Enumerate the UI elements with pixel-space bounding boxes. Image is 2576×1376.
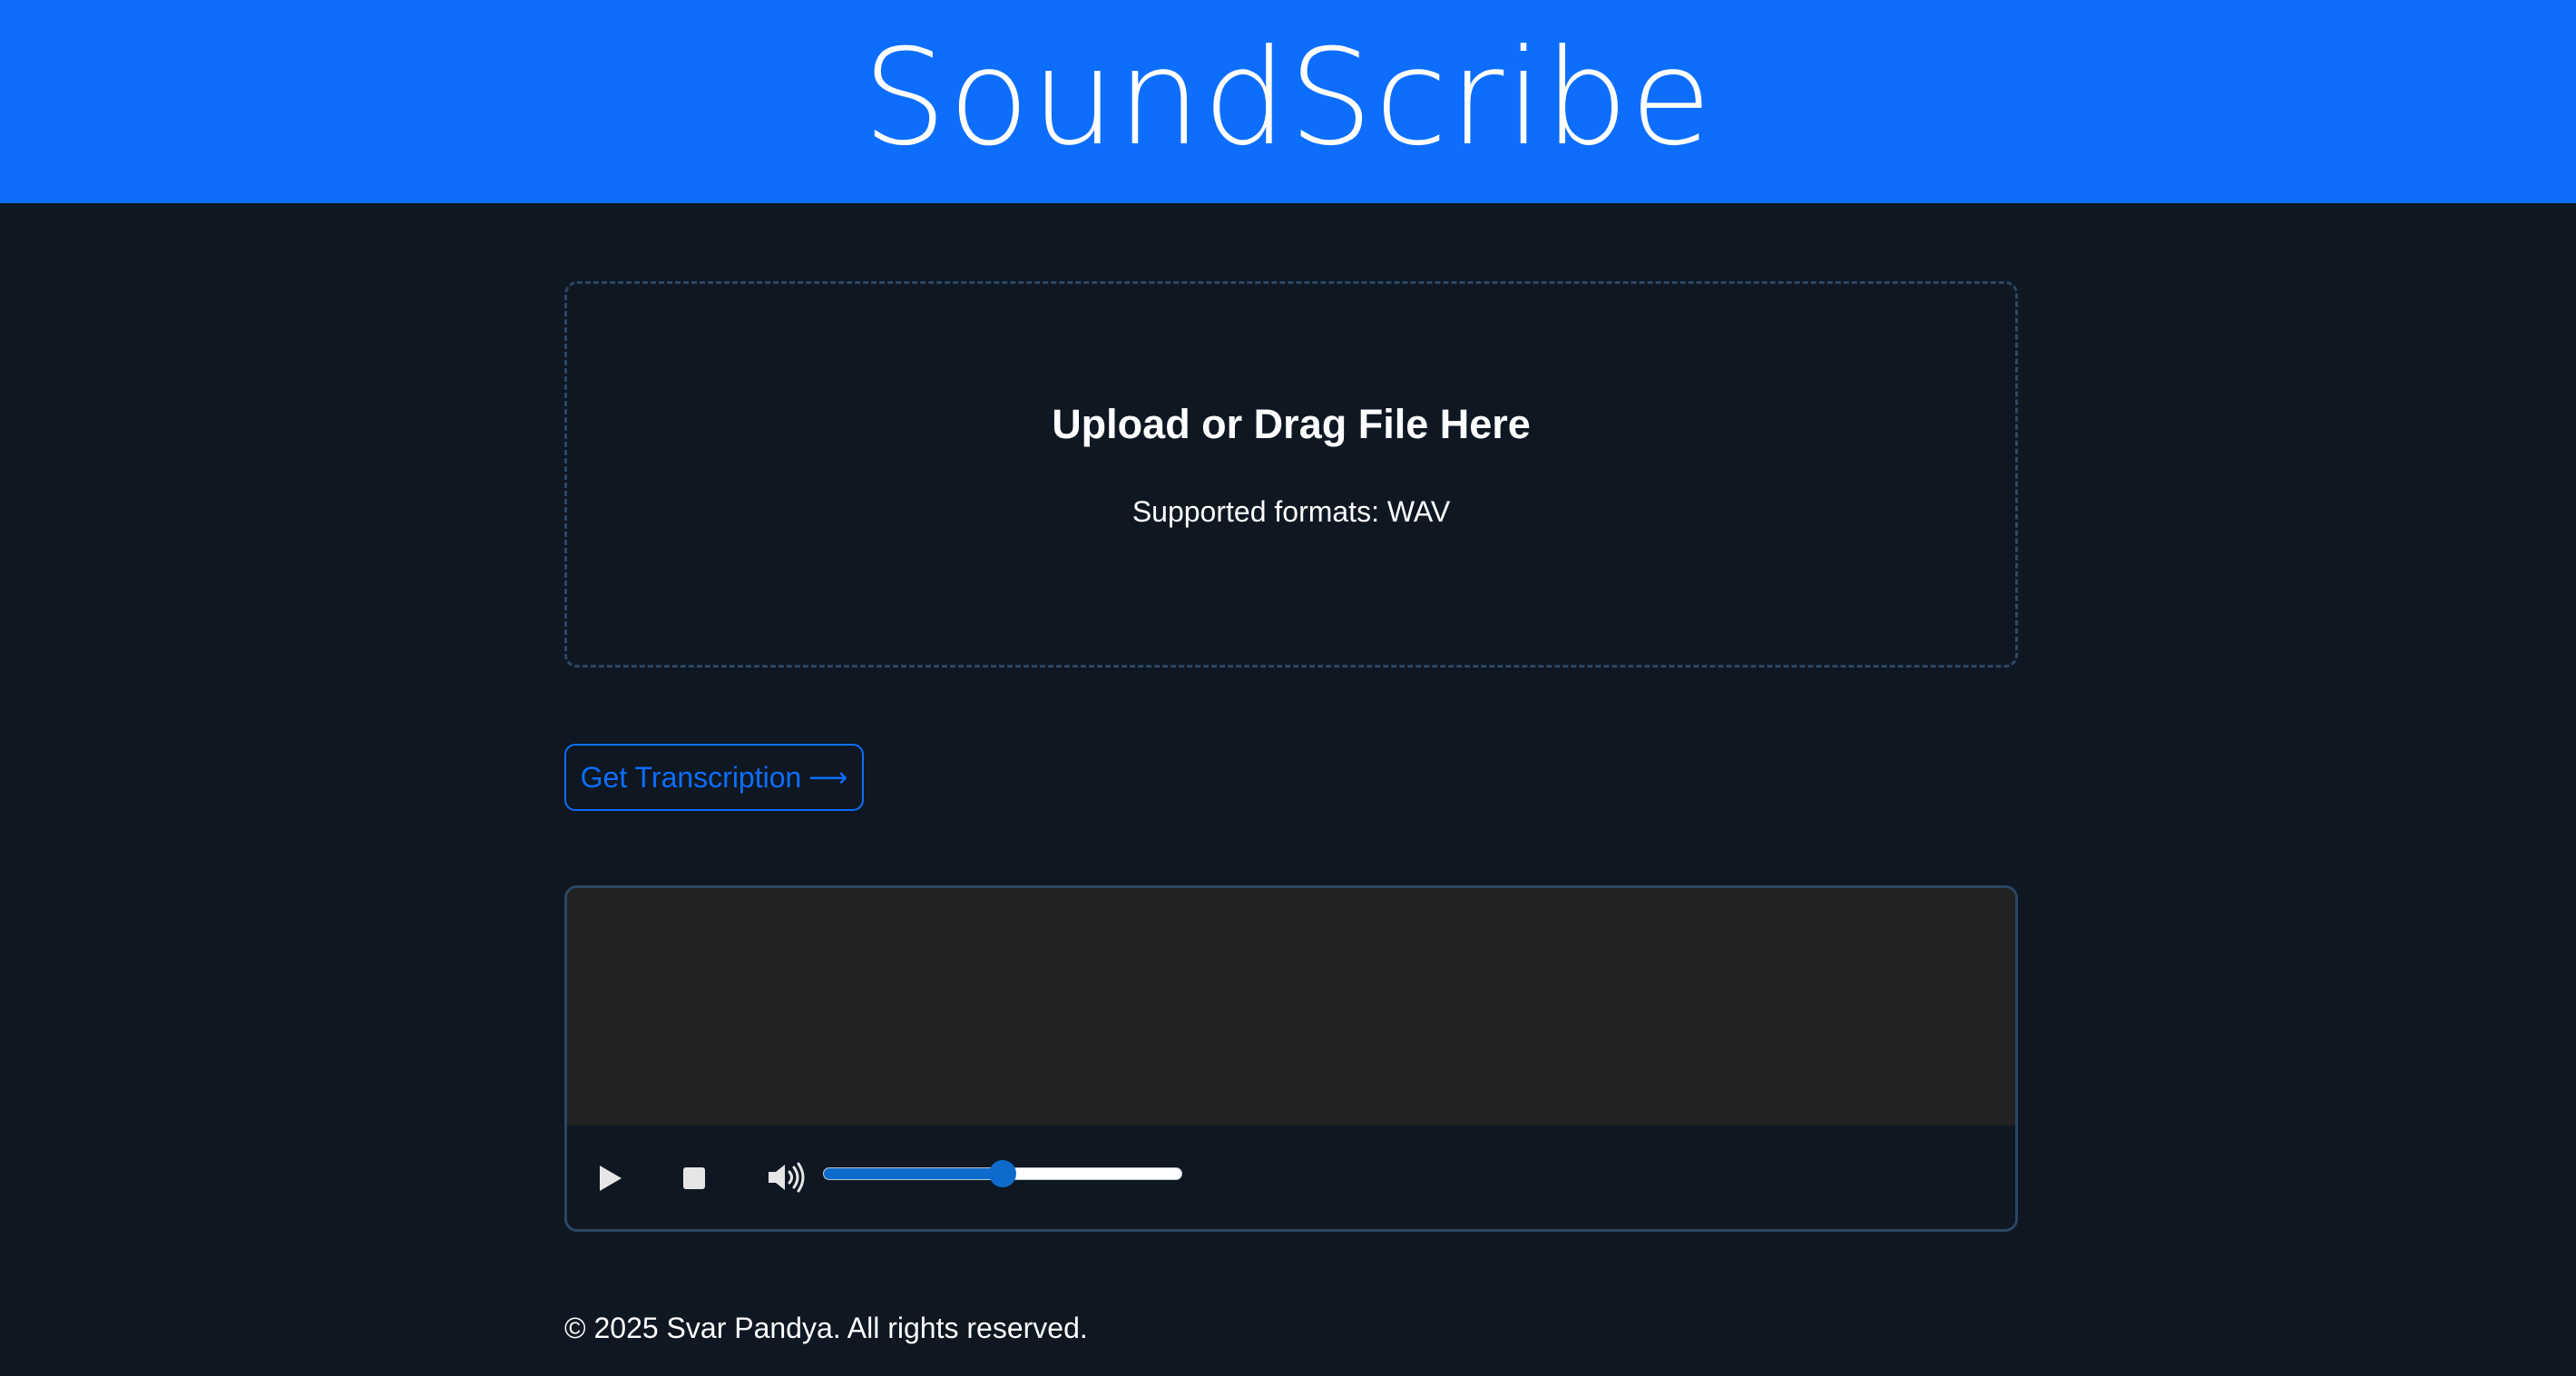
footer-copyright: © 2025 Svar Pandya. All rights reserved. [564,1312,1088,1344]
file-dropzone[interactable]: Upload or Drag File Here Supported forma… [564,281,2018,668]
app-header: SoundScribe [0,0,2576,203]
volume-slider[interactable] [823,1160,1182,1187]
audio-player [564,885,2018,1232]
get-transcription-button[interactable]: Get Transcription ⟶ [564,744,864,811]
arrow-right-icon: ⟶ [808,761,848,794]
app-title: SoundScribe [862,21,1714,175]
player-controls [567,1126,2015,1229]
volume-slider-fill [824,1168,1003,1179]
volume-icon[interactable] [767,1162,807,1193]
play-icon[interactable] [600,1166,622,1191]
volume-slider-thumb[interactable] [989,1160,1016,1187]
supported-formats-text: Supported formats: WAV [1131,494,1451,528]
get-transcription-label: Get Transcription [580,760,802,794]
waveform-display[interactable] [567,888,2015,1126]
stop-icon[interactable] [683,1167,705,1189]
dropzone-title: Upload or Drag File Here [1052,400,1531,447]
